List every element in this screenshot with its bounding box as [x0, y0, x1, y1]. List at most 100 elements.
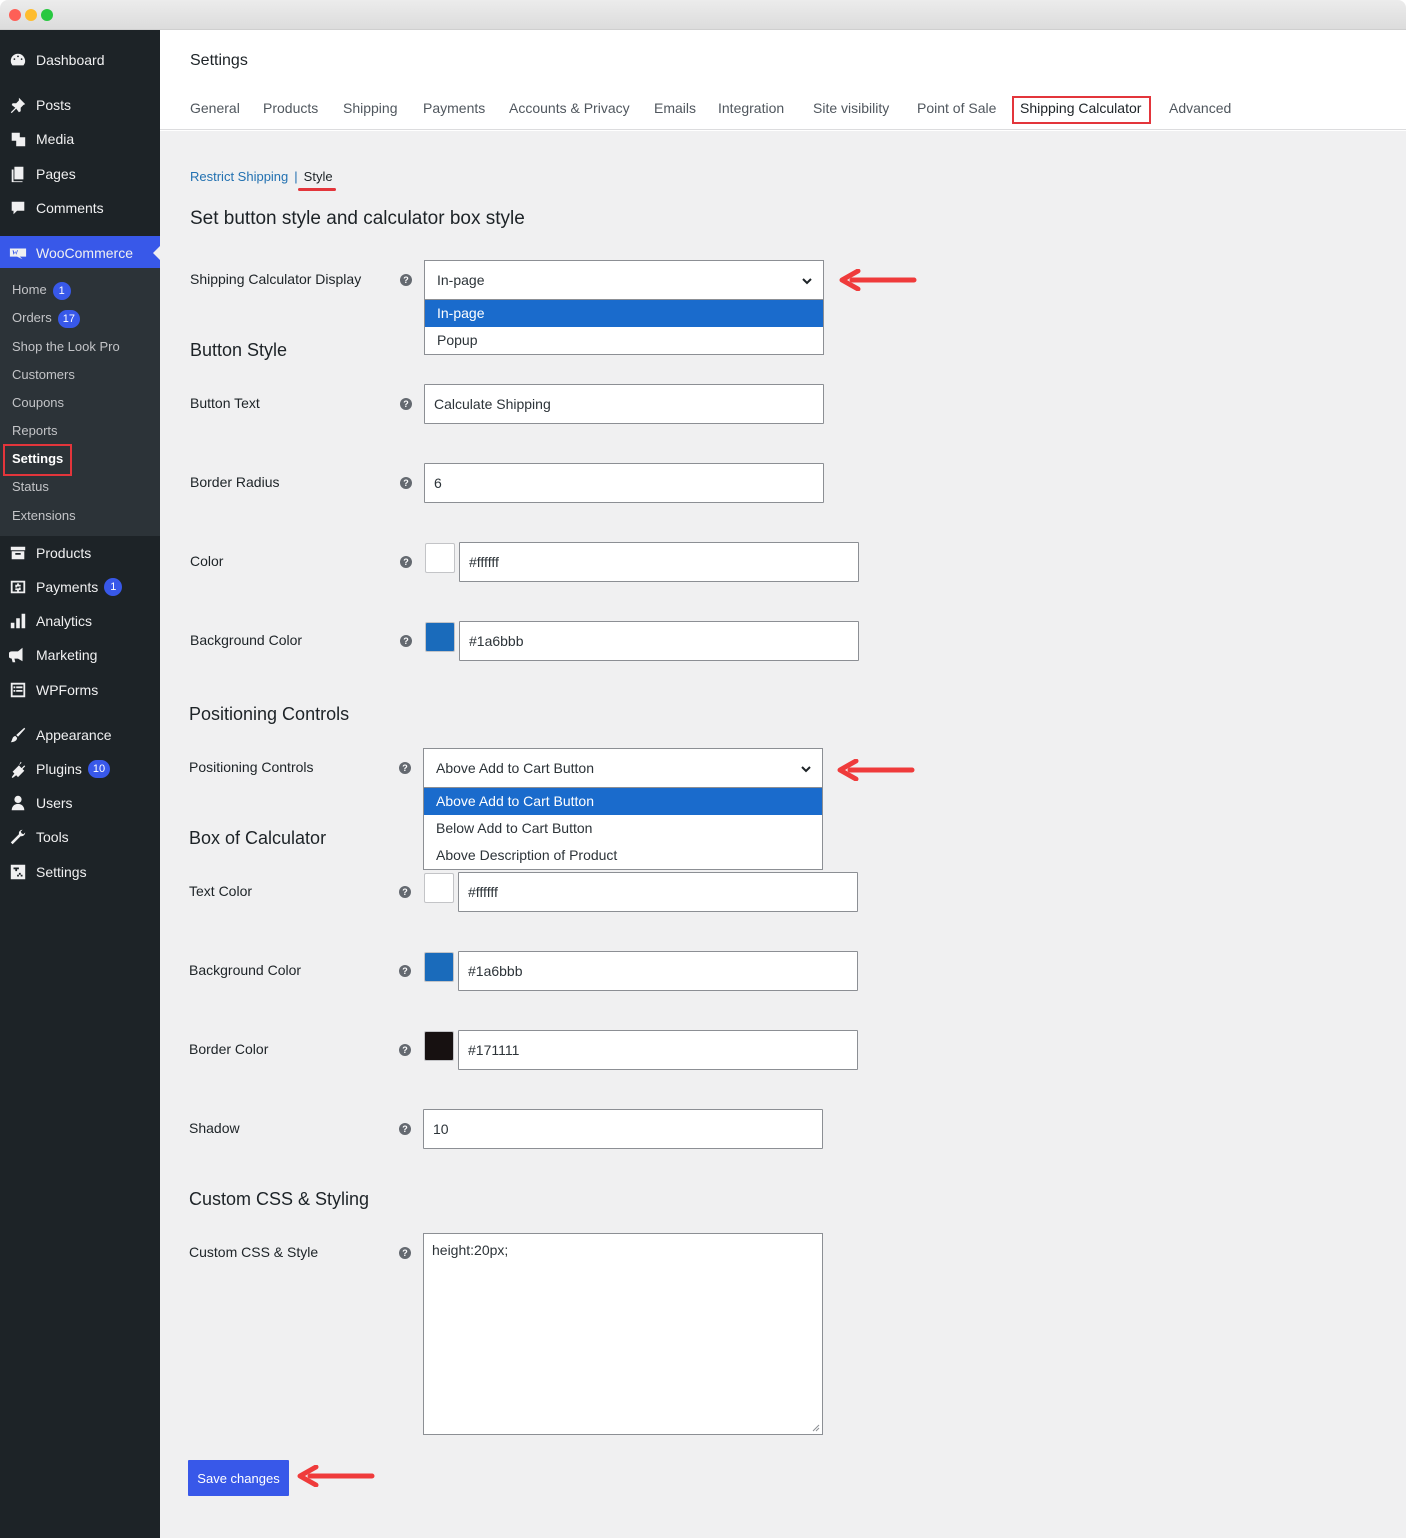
sidebar-item-posts[interactable]: Posts	[0, 88, 160, 122]
help-icon[interactable]: ?	[400, 398, 412, 410]
restrict-shipping-link[interactable]: Restrict Shipping	[190, 169, 288, 184]
sidebar-item-label: Comments	[36, 200, 104, 216]
display-option-inpage[interactable]: In-page	[425, 300, 823, 327]
submenu-item-customers[interactable]: Customers	[12, 364, 75, 386]
help-icon[interactable]: ?	[399, 1123, 411, 1135]
custom-css-label: Custom CSS & Style	[189, 1244, 319, 1260]
sidebar-item-pages[interactable]: Pages	[0, 157, 160, 191]
save-changes-button[interactable]: Save changes	[188, 1460, 289, 1496]
style-link[interactable]: Style	[304, 169, 333, 184]
section-title-box: Box of Calculator	[189, 828, 327, 848]
background-color-input[interactable]: #1a6bbb	[459, 621, 859, 661]
positioning-option-above-description[interactable]: Above Description of Product	[424, 842, 822, 869]
border-color-swatch[interactable]	[424, 1031, 454, 1061]
sidebar-item-label: Products	[36, 545, 92, 561]
help-icon[interactable]: ?	[400, 274, 412, 286]
sidebar-item-label: Marketing	[36, 647, 98, 663]
help-icon[interactable]: ?	[400, 477, 412, 489]
help-icon[interactable]: ?	[400, 635, 412, 647]
bar-chart-icon	[8, 611, 28, 631]
woocommerce-icon	[8, 243, 28, 263]
pages-icon	[8, 164, 28, 184]
tab-general[interactable]: General	[190, 100, 240, 116]
sidebar-item-appearance[interactable]: Appearance	[0, 718, 160, 752]
tab-integration[interactable]: Integration	[718, 100, 784, 116]
window-titlebar	[0, 0, 1406, 30]
user-icon	[8, 793, 28, 813]
help-icon[interactable]: ?	[399, 1044, 411, 1056]
text-color-input[interactable]: #ffffff	[458, 872, 858, 912]
submenu-item-extensions[interactable]: Extensions	[12, 505, 76, 527]
sidebar-item-products[interactable]: Products	[0, 536, 160, 570]
help-icon[interactable]: ?	[399, 762, 411, 774]
help-icon[interactable]: ?	[399, 1247, 411, 1259]
submenu-item-shop-the-look[interactable]: Shop the Look Pro	[12, 336, 120, 358]
box-background-color-input[interactable]: #1a6bbb	[458, 951, 858, 991]
positioning-option-above-cart[interactable]: Above Add to Cart Button	[424, 788, 822, 815]
close-window-button[interactable]	[9, 9, 21, 21]
display-dropdown: In-page Popup	[424, 299, 824, 355]
border-radius-input[interactable]: 6	[424, 463, 824, 503]
color-label: Color	[190, 553, 224, 569]
submenu-item-home[interactable]: Home 1	[12, 279, 71, 301]
sidebar-item-settings[interactable]: Settings	[0, 855, 160, 889]
help-icon[interactable]: ?	[399, 886, 411, 898]
border-color-input[interactable]: #171111	[458, 1030, 858, 1070]
box-background-color-label: Background Color	[189, 962, 302, 978]
submenu-item-status[interactable]: Status	[12, 476, 49, 498]
sidebar-item-users[interactable]: Users	[0, 786, 160, 820]
help-icon[interactable]: ?	[399, 965, 411, 977]
submenu-item-reports[interactable]: Reports	[12, 420, 58, 442]
sub-navigation: Restrict Shipping | Style	[190, 169, 333, 184]
maximize-window-button[interactable]	[41, 9, 53, 21]
sidebar-item-comments[interactable]: Comments	[0, 191, 160, 225]
sidebar-item-wpforms[interactable]: WPForms	[0, 673, 160, 707]
submenu-item-coupons[interactable]: Coupons	[12, 392, 64, 414]
settings-highlight-box	[3, 444, 72, 476]
display-label: Shipping Calculator Display	[190, 271, 362, 287]
sidebar-item-woocommerce[interactable]: WooCommerce	[0, 236, 161, 270]
sidebar-item-analytics[interactable]: Analytics	[0, 604, 160, 638]
sidebar-item-tools[interactable]: Tools	[0, 820, 160, 854]
tab-shipping[interactable]: Shipping	[343, 100, 398, 116]
sidebar-item-payments[interactable]: Payments 1	[0, 570, 160, 604]
shadow-input[interactable]: 10	[423, 1109, 823, 1149]
custom-css-textarea[interactable]: height:20px;	[423, 1233, 823, 1435]
submenu-item-orders[interactable]: Orders 17	[12, 307, 80, 329]
sidebar-item-media[interactable]: Media	[0, 122, 160, 156]
tab-emails[interactable]: Emails	[654, 100, 696, 116]
sidebar-item-marketing[interactable]: Marketing	[0, 638, 160, 672]
section-title-custom-css: Custom CSS & Styling	[189, 1189, 370, 1209]
sidebar-item-dashboard[interactable]: Dashboard	[0, 43, 160, 77]
tab-payments[interactable]: Payments	[423, 100, 485, 116]
form-icon	[8, 680, 28, 700]
tab-accounts-privacy[interactable]: Accounts & Privacy	[509, 100, 630, 116]
tab-point-of-sale[interactable]: Point of Sale	[917, 100, 996, 116]
positioning-select[interactable]: Above Add to Cart Button	[423, 748, 823, 788]
help-icon[interactable]: ?	[400, 556, 412, 568]
box-background-color-swatch[interactable]	[424, 952, 454, 982]
tab-products[interactable]: Products	[263, 100, 318, 116]
media-icon	[8, 129, 28, 149]
display-select[interactable]: In-page	[424, 260, 824, 300]
wrench-icon	[8, 827, 28, 847]
minimize-window-button[interactable]	[25, 9, 37, 21]
tab-advanced[interactable]: Advanced	[1169, 100, 1231, 116]
resize-handle-icon[interactable]	[810, 1422, 820, 1432]
color-swatch[interactable]	[425, 543, 455, 573]
text-color-swatch[interactable]	[424, 873, 454, 903]
tab-site-visibility[interactable]: Site visibility	[813, 100, 889, 116]
display-option-popup[interactable]: Popup	[425, 327, 823, 354]
text-color-label: Text Color	[189, 883, 253, 899]
positioning-option-below-cart[interactable]: Below Add to Cart Button	[424, 815, 822, 842]
sidebar-item-label: WooCommerce	[36, 245, 133, 261]
section-title-positioning: Positioning Controls	[189, 704, 350, 724]
sidebar-item-plugins[interactable]: Plugins 10	[0, 752, 160, 786]
background-color-swatch[interactable]	[425, 622, 455, 652]
settings-main: Restrict Shipping | Style Set button style…	[160, 131, 1406, 1538]
background-color-label: Background Color	[190, 632, 303, 648]
sidebar-item-label: Settings	[36, 864, 87, 880]
color-input[interactable]: #ffffff	[459, 542, 859, 582]
pin-icon	[8, 95, 28, 115]
button-text-input[interactable]: Calculate Shipping	[424, 384, 824, 424]
